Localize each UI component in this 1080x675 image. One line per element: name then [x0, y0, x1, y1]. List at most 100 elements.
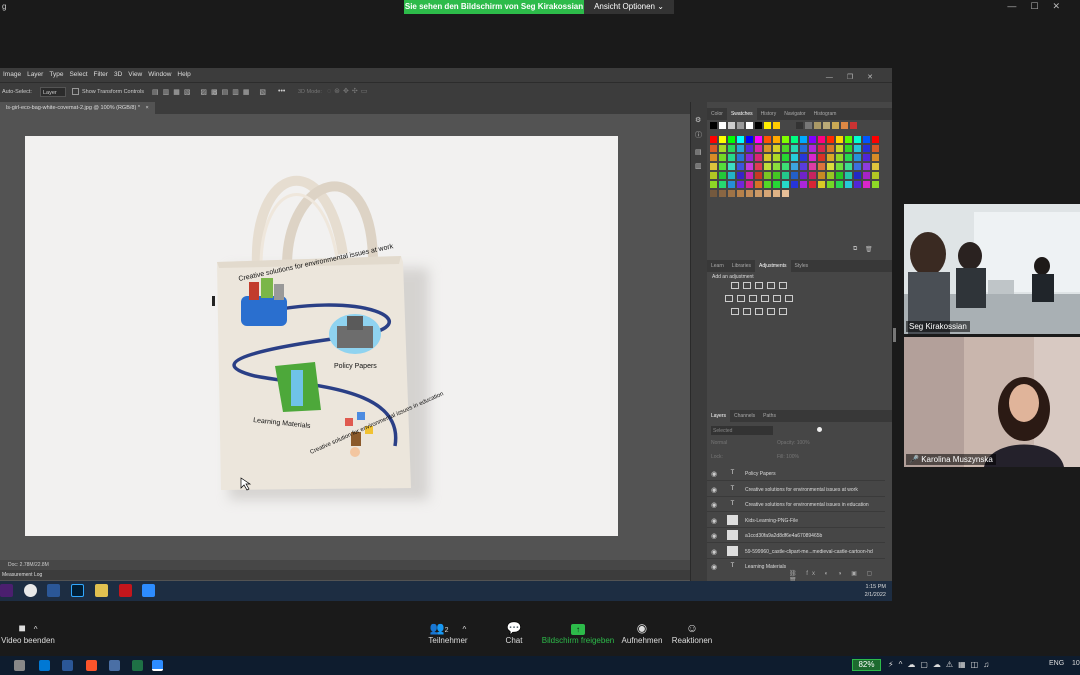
- filter-toggle-icon[interactable]: [817, 427, 822, 432]
- swatch[interactable]: [800, 136, 807, 143]
- color-lookup-icon[interactable]: [785, 295, 793, 302]
- swatch[interactable]: [845, 154, 852, 161]
- participants-button[interactable]: 👥2 ^ Teilnehmer: [418, 620, 478, 645]
- swatch[interactable]: [836, 172, 843, 179]
- invert-icon[interactable]: [731, 308, 739, 315]
- swatch[interactable]: [737, 154, 744, 161]
- swatch[interactable]: [845, 181, 852, 188]
- swatch[interactable]: [710, 122, 717, 129]
- swatch[interactable]: [728, 181, 735, 188]
- document-tab[interactable]: ls-girl-eco-bag-white-covemat-2.jpg @ 10…: [0, 102, 155, 114]
- swatch[interactable]: [755, 136, 762, 143]
- swatch[interactable]: [719, 145, 726, 152]
- language-indicator[interactable]: ENG: [1049, 660, 1064, 667]
- show-transform-checkbox[interactable]: [72, 88, 79, 95]
- swatch[interactable]: [737, 181, 744, 188]
- swatch[interactable]: [782, 190, 789, 197]
- video-button[interactable]: ■ ^ Video beenden: [0, 620, 58, 645]
- swatch[interactable]: [800, 163, 807, 170]
- zoom-icon[interactable]: [142, 584, 155, 597]
- swatch[interactable]: [791, 172, 798, 179]
- swatch[interactable]: [845, 172, 852, 179]
- swatch[interactable]: [710, 154, 717, 161]
- levels-icon[interactable]: [743, 282, 751, 289]
- swatch[interactable]: [872, 145, 879, 152]
- restore-icon[interactable]: ❐: [844, 70, 864, 81]
- swatch[interactable]: [782, 145, 789, 152]
- menu-type[interactable]: Type: [46, 68, 66, 78]
- swatch[interactable]: [773, 154, 780, 161]
- chrome-icon[interactable]: [24, 584, 37, 597]
- swatch[interactable]: [773, 172, 780, 179]
- swatch[interactable]: [800, 172, 807, 179]
- acrobat-icon[interactable]: [119, 584, 132, 597]
- tab-styles[interactable]: Styles: [791, 260, 813, 272]
- hue-icon[interactable]: [725, 295, 733, 302]
- menu-select[interactable]: Select: [66, 68, 90, 78]
- media-player-icon[interactable]: [95, 584, 108, 597]
- swatch[interactable]: [737, 172, 744, 179]
- swatch[interactable]: [827, 163, 834, 170]
- swatch[interactable]: [818, 154, 825, 161]
- maximize-icon[interactable]: ☐: [1030, 1, 1052, 11]
- swatch[interactable]: [773, 190, 780, 197]
- tab-histogram[interactable]: Histogram: [810, 108, 841, 120]
- swatch[interactable]: [854, 145, 861, 152]
- swatch[interactable]: [841, 122, 848, 129]
- swatch[interactable]: [800, 190, 807, 197]
- swatch[interactable]: [791, 145, 798, 152]
- menu-view[interactable]: View: [125, 68, 145, 78]
- swatch[interactable]: [755, 172, 762, 179]
- swatch[interactable]: [791, 154, 798, 161]
- swatch[interactable]: [782, 181, 789, 188]
- swatch[interactable]: [764, 190, 771, 197]
- selective-color-icon[interactable]: [779, 308, 787, 315]
- layer-row[interactable]: ◉ a1ccd30fa9a2d8df6e4a67089465b: [707, 528, 885, 543]
- swatch[interactable]: [863, 136, 870, 143]
- tab-adjustments[interactable]: Adjustments: [754, 260, 791, 272]
- eye-icon[interactable]: ◉: [711, 548, 717, 556]
- blend-mode-dropdown[interactable]: Normal: [711, 440, 727, 446]
- swatch[interactable]: [823, 122, 830, 129]
- swatch[interactable]: [746, 190, 753, 197]
- swatch[interactable]: [836, 190, 843, 197]
- swatch[interactable]: [827, 136, 834, 143]
- curves-icon[interactable]: [755, 282, 763, 289]
- tab-color[interactable]: Color: [707, 108, 727, 120]
- swatch[interactable]: [782, 154, 789, 161]
- swatch[interactable]: [818, 163, 825, 170]
- swatch[interactable]: [719, 136, 726, 143]
- swatch[interactable]: [814, 122, 821, 129]
- participant-video-2[interactable]: 🎤 Karolina Muszynska: [904, 337, 1080, 467]
- menu-3d[interactable]: 3D: [111, 68, 125, 78]
- swatch[interactable]: [773, 145, 780, 152]
- swatch[interactable]: [728, 122, 735, 129]
- properties-icon[interactable]: ⚙: [695, 116, 703, 124]
- swatch[interactable]: [746, 163, 753, 170]
- new-swatch-icon[interactable]: ⧉: [853, 246, 857, 253]
- swatch[interactable]: [827, 154, 834, 161]
- chat-button[interactable]: 💬 Chat: [484, 620, 544, 645]
- vibrance-icon[interactable]: [779, 282, 787, 289]
- view-options-button[interactable]: Ansicht Optionen ⌄: [584, 0, 674, 14]
- swatch[interactable]: [800, 154, 807, 161]
- swatch[interactable]: [854, 181, 861, 188]
- eye-icon[interactable]: ◉: [711, 532, 717, 540]
- swatch[interactable]: [737, 136, 744, 143]
- eye-icon[interactable]: ◉: [711, 501, 717, 509]
- participant-video-1[interactable]: Seg Kirakossian: [904, 204, 1080, 334]
- swatch[interactable]: [746, 122, 753, 129]
- opacity-control[interactable]: Opacity: 100%: [777, 440, 810, 446]
- auto-select-dropdown[interactable]: Layer: [40, 87, 66, 97]
- close-icon[interactable]: ✕: [864, 70, 884, 81]
- swatch[interactable]: [791, 136, 798, 143]
- document-canvas[interactable]: Creative solutions for environmental iss…: [25, 136, 618, 536]
- menu-window[interactable]: Window: [145, 68, 174, 78]
- swatch[interactable]: [872, 172, 879, 179]
- swatch[interactable]: [872, 136, 879, 143]
- video-panel-resize-handle[interactable]: [893, 328, 896, 342]
- swatch[interactable]: [863, 181, 870, 188]
- swatch[interactable]: [764, 163, 771, 170]
- swatch[interactable]: [863, 190, 870, 197]
- swatch[interactable]: [836, 145, 843, 152]
